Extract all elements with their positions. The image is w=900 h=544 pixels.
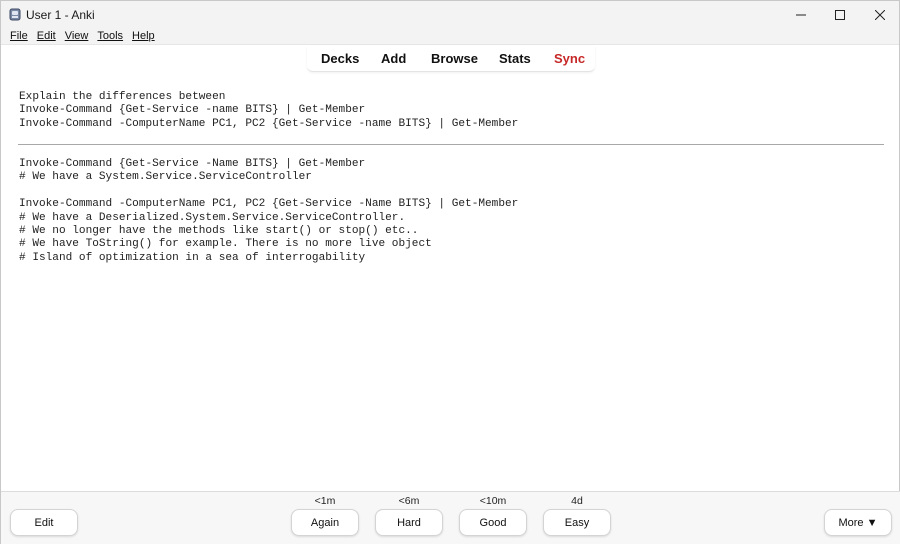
answer-line: # We no longer have the methods like sta…	[19, 225, 419, 237]
anki-app-icon	[9, 8, 21, 21]
good-interval: <10m	[479, 495, 507, 507]
toolbar-add-link[interactable]: Add	[381, 51, 406, 66]
window-title: User 1 - Anki	[26, 8, 95, 22]
answer-line: # We have a Deserialized.System.Service.…	[19, 211, 406, 224]
menu-file[interactable]: File	[10, 28, 28, 45]
answer-line: Invoke-Command -ComputerName PC1, PC2 {G…	[19, 198, 519, 211]
again-button[interactable]: Again	[291, 509, 359, 536]
question-line: Explain the differences between	[19, 91, 226, 103]
hard-interval: <6m	[398, 495, 420, 507]
answer-line: # Island of optimization in a sea of int…	[19, 251, 366, 264]
main-toolbar: Decks Add Browse Stats Sync	[307, 46, 595, 72]
minimize-button[interactable]	[781, 1, 821, 28]
maximize-icon	[835, 9, 845, 20]
easy-button[interactable]: Easy	[543, 509, 611, 536]
again-interval: <1m	[314, 495, 336, 507]
good-button[interactable]: Good	[459, 509, 527, 536]
easy-interval: 4d	[571, 495, 583, 507]
menu-help[interactable]: Help	[132, 28, 155, 45]
toolbar-browse-link[interactable]: Browse	[431, 51, 478, 66]
answer-divider	[18, 144, 884, 145]
menu-edit[interactable]: Edit	[37, 28, 56, 45]
menu-view[interactable]: View	[65, 28, 89, 45]
review-bottom-bar: Edit <1m <6m <10m 4d Again Hard Good Eas…	[1, 491, 900, 544]
title-bar: User 1 - Anki	[1, 1, 899, 28]
more-button[interactable]: More ▼	[824, 509, 892, 536]
toolbar-sync-link[interactable]: Sync	[554, 51, 585, 66]
maximize-button[interactable]	[820, 1, 860, 28]
anki-window: User 1 - Anki File Edit View Tools Help …	[0, 0, 900, 544]
answer-line: Invoke-Command {Get-Service -Name BITS} …	[19, 158, 366, 170]
hard-button[interactable]: Hard	[375, 509, 443, 536]
minimize-icon	[796, 14, 806, 15]
question-line: Invoke-Command {Get-Service -name BITS} …	[19, 104, 366, 117]
answer-line: # We have ToString() for example. There …	[19, 238, 432, 251]
menu-tools[interactable]: Tools	[97, 28, 123, 45]
toolbar-stats-link[interactable]: Stats	[499, 51, 531, 66]
edit-button[interactable]: Edit	[10, 509, 78, 536]
menu-bar: File Edit View Tools Help	[1, 28, 899, 45]
close-icon	[875, 9, 885, 20]
answer-line: # We have a System.Service.ServiceContro…	[19, 171, 312, 184]
toolbar-decks-link[interactable]: Decks	[321, 51, 359, 66]
close-button[interactable]	[860, 1, 900, 28]
question-line: Invoke-Command -ComputerName PC1, PC2 {G…	[19, 117, 519, 130]
